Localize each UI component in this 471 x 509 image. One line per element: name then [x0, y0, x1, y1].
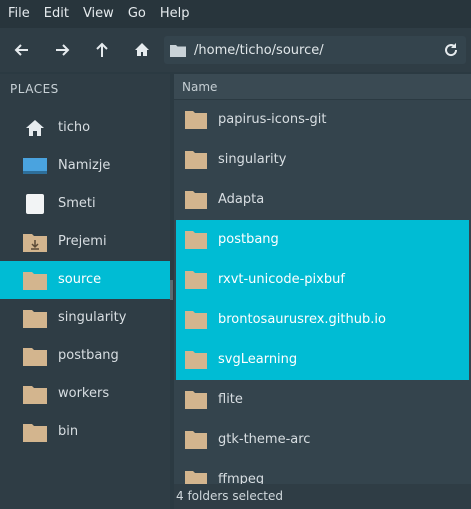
folder-icon [185, 431, 207, 449]
folder-name: svgLearning [218, 352, 298, 367]
reload-icon[interactable] [442, 41, 460, 59]
menu-view[interactable]: View [83, 0, 114, 28]
desktop-icon [23, 158, 47, 174]
folder-icon [185, 391, 207, 409]
folder-row[interactable]: postbang [176, 220, 469, 260]
folder-row[interactable]: singularity [176, 140, 469, 180]
sidebar-item-label: source [58, 272, 102, 287]
folder-icon [23, 386, 47, 404]
toolbar: /home/ticho/source/ [0, 28, 471, 72]
folder-icon [185, 471, 207, 484]
menu-edit[interactable]: Edit [44, 0, 69, 28]
folder-name: brontosaurusrex.github.io [218, 312, 386, 327]
folder-icon [185, 311, 207, 329]
folder-row[interactable]: ffmpeg [176, 460, 469, 484]
sidebar-item-label: workers [58, 386, 110, 401]
sidebar-item-label: Namizje [58, 158, 111, 173]
column-header-name[interactable]: Name [174, 74, 471, 100]
sidebar-item-workers[interactable]: workers [0, 375, 170, 413]
folder-name: Adapta [218, 192, 265, 207]
sidebar-item-namizje[interactable]: Namizje [0, 147, 170, 185]
folder-icon [23, 348, 47, 366]
places-sidebar: PLACES ticho Namizje Smeti Prejemi sourc… [0, 74, 170, 509]
menu-file[interactable]: File [8, 0, 30, 28]
menu-bar: File Edit View Go Help [0, 0, 471, 28]
arrow-up-icon [96, 42, 108, 57]
menu-go[interactable]: Go [128, 0, 146, 28]
file-list: papirus-icons-git singularity Adapta pos… [174, 100, 471, 484]
folder-name: postbang [218, 232, 279, 247]
sidebar-item-postbang[interactable]: postbang [0, 337, 170, 375]
folder-icon [185, 351, 207, 369]
folder-icon [185, 191, 207, 209]
folder-row[interactable]: flite [176, 380, 469, 420]
folder-row[interactable]: svgLearning [176, 340, 469, 380]
arrow-left-icon [14, 44, 28, 56]
folder-icon [23, 424, 47, 442]
folder-row[interactable]: brontosaurusrex.github.io [176, 300, 469, 340]
arrow-right-icon [56, 44, 70, 56]
sidebar-item-label: ticho [58, 120, 91, 135]
location-bar[interactable]: /home/ticho/source/ [164, 36, 466, 64]
home-icon [135, 43, 149, 56]
folder-icon [23, 310, 47, 328]
folder-icon [185, 151, 207, 169]
file-pane: Name papirus-icons-git singularity Adapt… [174, 74, 471, 509]
folder-row[interactable]: gtk-theme-arc [176, 420, 469, 460]
folder-name: flite [218, 392, 243, 407]
home-icon [26, 120, 44, 136]
folder-name: ffmpeg [218, 472, 265, 484]
trash-icon [26, 194, 44, 214]
sidebar-item-bin[interactable]: bin [0, 413, 170, 451]
sidebar-item-singularity[interactable]: singularity [0, 299, 170, 337]
home-button[interactable] [122, 32, 162, 68]
sidebar-item-label: postbang [58, 348, 119, 363]
folder-icon [170, 45, 186, 57]
sidebar-item-label: singularity [58, 310, 127, 325]
sidebar-item-prejemi[interactable]: Prejemi [0, 223, 170, 261]
downloads-folder-icon [23, 234, 47, 252]
sidebar-item-label: Prejemi [58, 234, 107, 249]
sidebar-item-smeti[interactable]: Smeti [0, 185, 170, 223]
folder-name: gtk-theme-arc [218, 432, 311, 447]
folder-row[interactable]: Adapta [176, 180, 469, 220]
menu-help[interactable]: Help [160, 0, 190, 28]
up-button[interactable] [82, 32, 122, 68]
sidebar-resize-handle[interactable] [170, 280, 173, 300]
folder-row[interactable]: rxvt-unicode-pixbuf [176, 260, 469, 300]
sidebar-item-ticho[interactable]: ticho [0, 109, 170, 147]
sidebar-item-label: Smeti [58, 196, 96, 211]
sidebar-item-source[interactable]: source [0, 261, 170, 299]
folder-row[interactable]: papirus-icons-git [176, 100, 469, 140]
folder-icon [185, 111, 207, 129]
back-button[interactable] [2, 32, 42, 68]
folder-icon [185, 271, 207, 289]
folder-name: rxvt-unicode-pixbuf [218, 272, 345, 287]
sidebar-item-label: bin [58, 424, 79, 439]
location-path: /home/ticho/source/ [194, 42, 324, 58]
folder-icon [23, 272, 47, 290]
status-bar: 4 folders selected [174, 484, 471, 509]
folder-icon [185, 231, 207, 249]
forward-button[interactable] [42, 32, 82, 68]
folder-name: papirus-icons-git [218, 112, 327, 127]
folder-name: singularity [218, 152, 287, 167]
places-heading: PLACES [10, 82, 59, 96]
